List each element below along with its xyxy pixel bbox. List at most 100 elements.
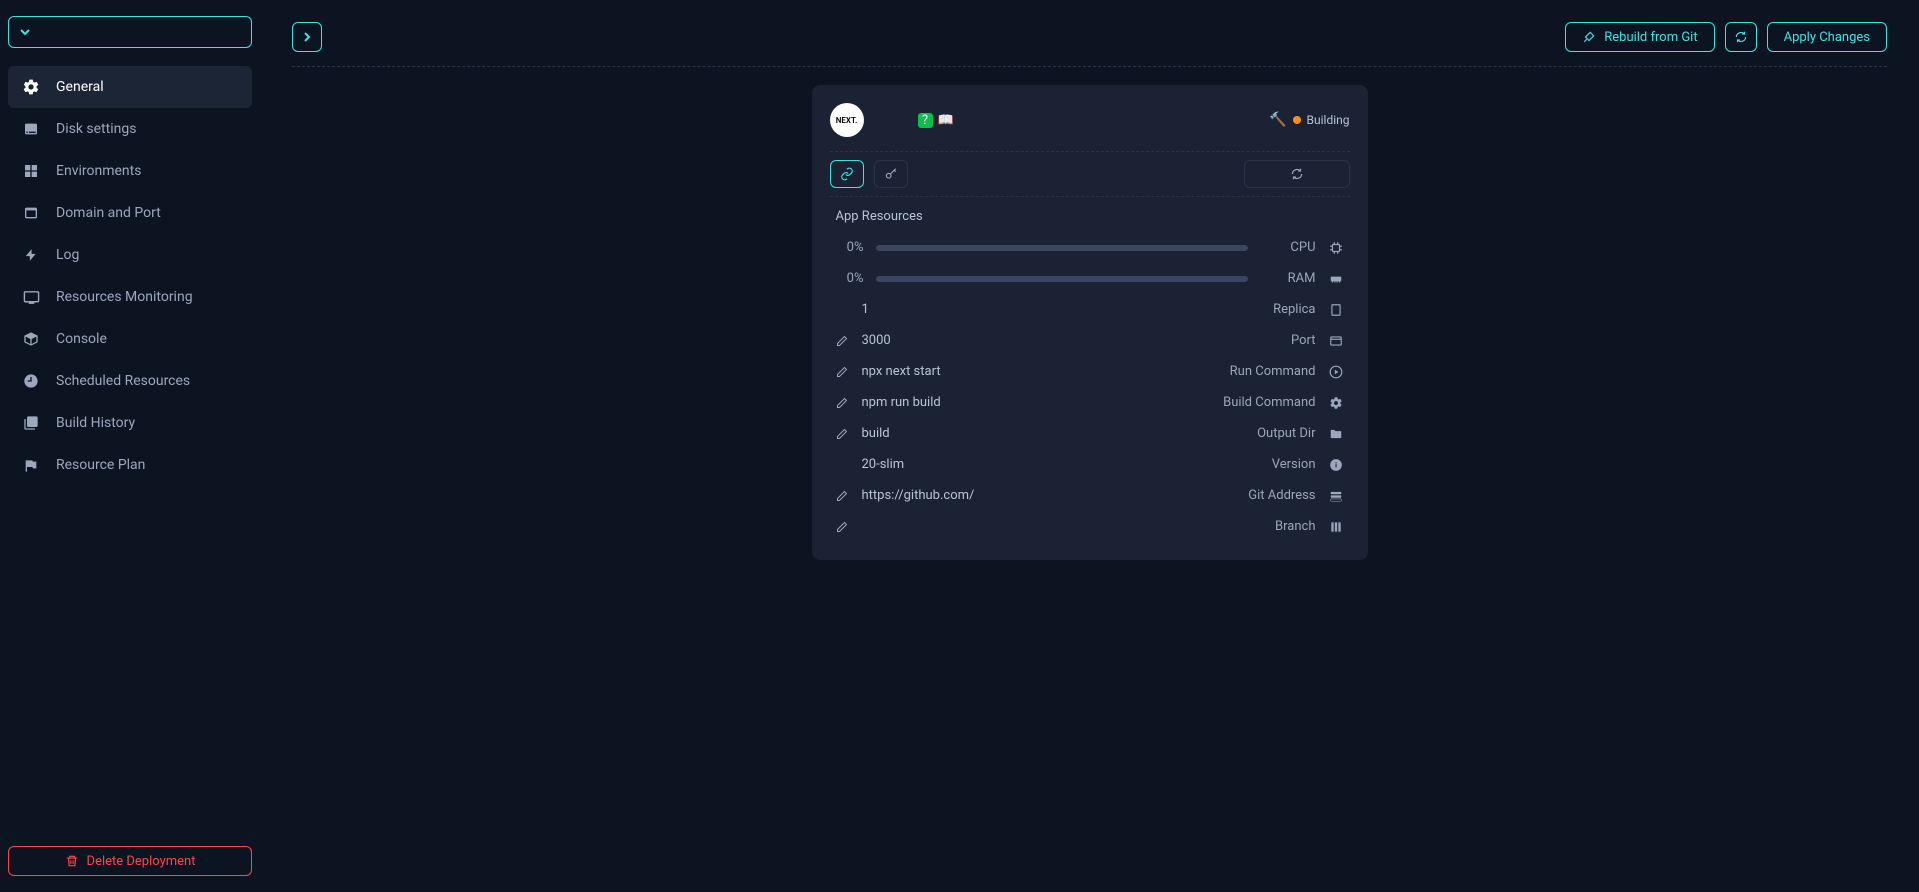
cpu-bar (876, 245, 1248, 251)
top-bar: Rebuild from Git Apply Changes (292, 22, 1887, 67)
replica-icon (1328, 303, 1344, 317)
ram-bar (876, 276, 1248, 282)
gear-icon (22, 78, 40, 96)
status-label: Building (1307, 113, 1350, 127)
book-icon (22, 414, 40, 432)
port-value: 3000 (862, 333, 1279, 348)
monitor-icon (22, 288, 40, 306)
help-icon[interactable]: ? (918, 113, 933, 128)
play-icon (1328, 365, 1344, 379)
edit-port-icon[interactable] (836, 335, 850, 347)
branch-row: Branch (830, 511, 1350, 542)
sidebar-item-scheduled[interactable]: Scheduled Resources (8, 360, 252, 402)
output-dir-row: build Output Dir (830, 418, 1350, 449)
delete-deployment-label: Delete Deployment (87, 854, 196, 869)
sidebar-item-monitoring[interactable]: Resources Monitoring (8, 276, 252, 318)
server-icon (1328, 489, 1344, 503)
window-icon (1328, 334, 1344, 348)
refresh-button[interactable] (1725, 22, 1757, 52)
sidebar-item-label: Build History (56, 415, 135, 431)
sidebar-item-label: Domain and Port (56, 205, 161, 221)
cpu-icon (1328, 241, 1344, 255)
delete-deployment-button[interactable]: Delete Deployment (8, 846, 252, 876)
sidebar-item-environments[interactable]: Environments (8, 150, 252, 192)
info-icon: i (1328, 458, 1344, 472)
sidebar-item-label: Console (56, 331, 107, 347)
run-command-label: Run Command (1230, 364, 1316, 379)
card-refresh-button[interactable] (1244, 160, 1350, 188)
bolt-icon (22, 246, 40, 264)
version-row: ✎ 20-slim Version i (830, 449, 1350, 480)
refresh-icon (1734, 30, 1748, 44)
output-dir-label: Output Dir (1257, 426, 1315, 441)
apply-changes-button[interactable]: Apply Changes (1767, 22, 1887, 52)
run-command-row: npx next start Run Command (830, 356, 1350, 387)
docs-icon[interactable]: 📖 (939, 113, 954, 128)
toggle-sidebar-button[interactable] (292, 22, 322, 52)
tools-icon (1582, 30, 1596, 44)
edit-output-icon[interactable] (836, 428, 850, 440)
chevron-right-icon (301, 31, 313, 43)
sidebar-item-plan[interactable]: Resource Plan (8, 444, 252, 486)
run-command-value: npx next start (862, 364, 1218, 379)
link-button[interactable] (830, 160, 864, 188)
sidebar-item-log[interactable]: Log (8, 234, 252, 276)
sidebar-item-console[interactable]: Console (8, 318, 252, 360)
sidebar-item-general[interactable]: General (8, 66, 252, 108)
edit-run-icon[interactable] (836, 366, 850, 378)
sidebar-item-label: Environments (56, 163, 141, 179)
build-command-label: Build Command (1223, 395, 1315, 410)
edit-build-icon[interactable] (836, 397, 850, 409)
edit-branch-icon[interactable] (836, 521, 850, 533)
app-resources-title: App Resources (830, 197, 1350, 232)
ram-label: RAM (1260, 271, 1316, 286)
status-dot (1293, 116, 1301, 124)
git-row: https://github.com/ Git Address (830, 480, 1350, 511)
edit-git-icon[interactable] (836, 490, 850, 502)
sidebar-item-disk[interactable]: Disk settings (8, 108, 252, 150)
sidebar-item-label: Resources Monitoring (56, 289, 193, 305)
sidebar-item-label: General (56, 79, 104, 95)
sidebar-item-domain[interactable]: Domain and Port (8, 192, 252, 234)
deployment-card: NEXT. ? 📖 🔨 Building (812, 85, 1368, 560)
port-row: 3000 Port (830, 325, 1350, 356)
key-icon (884, 167, 898, 181)
version-value: 20-slim (862, 457, 1260, 472)
port-label: Port (1291, 333, 1316, 348)
columns-icon (22, 162, 40, 180)
output-dir-value: build (862, 426, 1246, 441)
rebuild-from-git-button[interactable]: Rebuild from Git (1565, 22, 1714, 52)
ram-value: 0% (836, 271, 864, 286)
cpu-row: 0% CPU (830, 232, 1350, 263)
sidebar-item-history[interactable]: Build History (8, 402, 252, 444)
link-icon (840, 167, 854, 181)
key-button[interactable] (874, 160, 908, 188)
window-icon (22, 204, 40, 222)
svg-text:i: i (1335, 461, 1337, 469)
apply-label: Apply Changes (1784, 30, 1870, 45)
flag-icon (22, 456, 40, 474)
ram-row: 0% RAM (830, 263, 1350, 294)
gear-icon (1328, 396, 1344, 410)
replica-value: 1 (862, 302, 1262, 317)
version-label: Version (1272, 457, 1316, 472)
build-command-value: npm run build (862, 395, 1212, 410)
replica-label: Replica (1273, 302, 1315, 317)
trash-icon (65, 854, 79, 868)
sidebar-item-label: Resource Plan (56, 457, 145, 473)
sidebar-item-label: Disk settings (56, 121, 136, 137)
chevron-down-icon (19, 26, 31, 38)
branch-label: Branch (1275, 519, 1315, 534)
ram-icon (1328, 272, 1344, 286)
clock-icon (22, 372, 40, 390)
git-value: https://github.com/ (862, 488, 1237, 503)
app-logo: NEXT. (830, 103, 864, 137)
cpu-label: CPU (1260, 240, 1316, 255)
project-dropdown[interactable] (8, 16, 252, 48)
folder-icon (1328, 427, 1344, 441)
refresh-icon (1290, 167, 1304, 181)
hammer-icon: 🔨 (1269, 112, 1286, 128)
replica-row: ✎ 1 Replica (830, 294, 1350, 325)
disk-icon (22, 120, 40, 138)
sidebar-item-label: Scheduled Resources (56, 373, 190, 389)
